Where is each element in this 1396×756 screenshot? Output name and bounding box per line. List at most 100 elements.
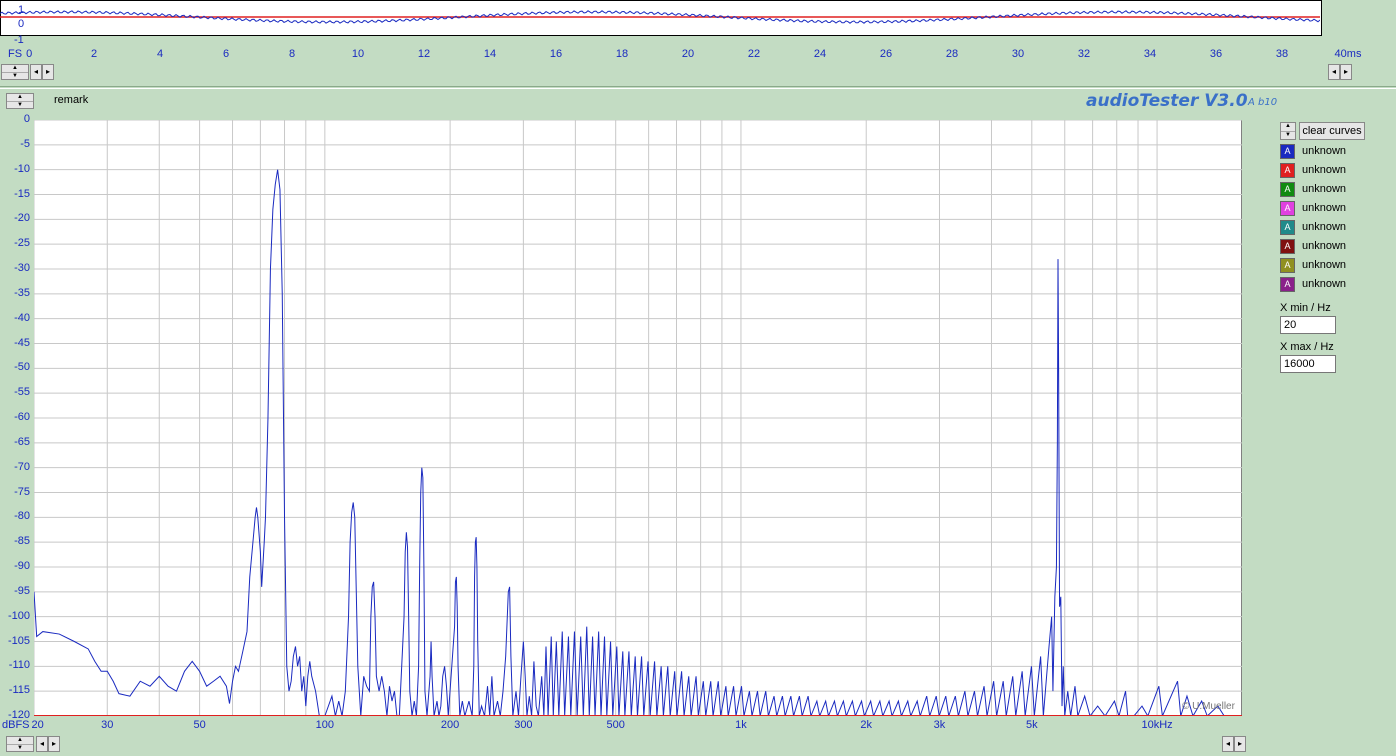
scope-xtick-label: 10 xyxy=(351,48,365,60)
y-tick-label: -65 xyxy=(14,435,30,448)
app-title: audioTester V3.0 xyxy=(1086,91,1248,111)
copyright: © U.Mueller xyxy=(1182,701,1235,712)
xmin-label: X min / Hz xyxy=(1280,302,1331,314)
spinner-down-icon[interactable]: ▼ xyxy=(2,72,28,80)
legend-item-label: unknown xyxy=(1302,164,1347,176)
scope-xtick-label: 14 xyxy=(483,48,497,60)
curve-color-swatch[interactable]: A xyxy=(1280,277,1295,292)
x-tick-label: 10kHz xyxy=(1141,719,1173,731)
clear-curves-button[interactable]: clear curves xyxy=(1299,122,1365,140)
x-tick-label: 50 xyxy=(193,719,206,731)
scope-xtick-label: 18 xyxy=(615,48,629,60)
y-tick-label: -25 xyxy=(14,237,30,250)
plot-scroll-left-right-icon[interactable]: ◂ xyxy=(1222,736,1234,752)
y-tick-label: -55 xyxy=(14,386,30,399)
x-tick-label: 2k xyxy=(860,719,873,731)
scope-xtick-label: 20 xyxy=(681,48,695,60)
legend-item-label: unknown xyxy=(1302,240,1347,252)
scope-scroll-left-icon[interactable]: ◂ xyxy=(30,64,42,80)
spinner-down-icon[interactable]: ▼ xyxy=(7,744,33,752)
legend-item-label: unknown xyxy=(1302,183,1347,195)
x-tick-label: 5k xyxy=(1025,719,1038,731)
scope-xtick-label: 32 xyxy=(1077,48,1091,60)
xmax-label: X max / Hz xyxy=(1280,341,1334,353)
scope-xtick-label: 6 xyxy=(222,48,230,60)
x-tick-label: 20 xyxy=(31,719,44,731)
scope-xtick-label: 30 xyxy=(1011,48,1025,60)
legend-item-label: unknown xyxy=(1302,202,1347,214)
remark-spinner[interactable]: ▲ ▼ xyxy=(6,93,34,109)
curves-spinner[interactable]: ▲ ▼ xyxy=(1280,122,1296,140)
scope-scroll-left-right-icon[interactable]: ◂ xyxy=(1328,64,1340,80)
y-tick-label: -75 xyxy=(14,485,30,498)
plot-scroll-right-icon[interactable]: ▸ xyxy=(48,736,60,752)
legend-item-label: unknown xyxy=(1302,221,1347,233)
y-tick-label: -40 xyxy=(14,311,30,324)
x-tick-label: 500 xyxy=(606,719,625,731)
y-tick-label: -110 xyxy=(8,659,30,672)
separator xyxy=(0,86,1396,87)
xmax-input[interactable]: 16000 xyxy=(1280,355,1336,373)
x-tick-label: 200 xyxy=(440,719,460,731)
y-tick-label: -60 xyxy=(14,411,30,423)
y-tick-label: -80 xyxy=(14,510,30,523)
curve-color-swatch[interactable]: A xyxy=(1280,220,1295,235)
scope-xtick-label: 8 xyxy=(288,48,296,60)
remark-label: remark xyxy=(54,94,89,106)
plot-spinner[interactable]: ▲ ▼ xyxy=(6,736,34,752)
x-tick-label: 300 xyxy=(514,719,533,731)
y-tick-label: -70 xyxy=(14,460,30,473)
plot-scroll-left-icon[interactable]: ◂ xyxy=(36,736,48,752)
curve-color-swatch[interactable]: A xyxy=(1280,144,1295,159)
y-tick-label: -30 xyxy=(14,262,30,274)
scope-ytick-minus1: -1 xyxy=(14,34,24,46)
scope-xtick-label: 38 xyxy=(1275,48,1289,60)
xmin-input[interactable]: 20 xyxy=(1280,316,1336,334)
legend-item-label: unknown xyxy=(1302,259,1347,271)
scope-xtick-label: 16 xyxy=(549,48,563,60)
scope-unit-label: FS xyxy=(8,48,23,60)
curve-color-swatch[interactable]: A xyxy=(1280,182,1295,197)
scope-xtick-label: 0 xyxy=(26,48,33,60)
y-tick-label: -5 xyxy=(20,137,30,150)
spinner-down-icon[interactable]: ▼ xyxy=(7,101,33,109)
spinner-down-icon[interactable]: ▼ xyxy=(1281,131,1295,140)
scope-svg xyxy=(0,10,1320,24)
curve-color-swatch[interactable]: A xyxy=(1280,258,1295,273)
x-tick-label: 3k xyxy=(933,719,946,731)
scope-xtick-label: 22 xyxy=(747,48,761,60)
scope-xtick-label: 2 xyxy=(90,48,98,60)
y-tick-label: -45 xyxy=(14,336,30,349)
curve-color-swatch[interactable]: A xyxy=(1280,239,1295,254)
spectrum-plot xyxy=(34,120,1242,716)
y-tick-label: -50 xyxy=(14,361,30,374)
spinner-up-icon[interactable]: ▲ xyxy=(7,94,33,101)
legend-item-label: unknown xyxy=(1302,278,1347,290)
curve-color-swatch[interactable]: A xyxy=(1280,163,1295,178)
y-tick-label: -85 xyxy=(14,535,30,548)
y-tick-label: -20 xyxy=(14,212,30,225)
y-tick-label: -115 xyxy=(8,684,30,697)
y-tick-label: -10 xyxy=(14,162,30,175)
y-tick-label: -105 xyxy=(7,634,30,647)
x-tick-label: 100 xyxy=(315,719,335,731)
x-tick-label: 30 xyxy=(101,719,114,731)
spinner-up-icon[interactable]: ▲ xyxy=(2,65,28,72)
spinner-up-icon[interactable]: ▲ xyxy=(7,737,33,744)
scope-xtick-label: 26 xyxy=(879,48,893,60)
curve-color-swatch[interactable]: A xyxy=(1280,201,1295,216)
plot-scroll-right-right-icon[interactable]: ▸ xyxy=(1234,736,1246,752)
scope-xtick-label: 40ms xyxy=(1334,48,1362,60)
y-tick-label: -100 xyxy=(7,609,30,622)
scope-spinner[interactable]: ▲ ▼ xyxy=(1,64,29,80)
scope-xtick-label: 34 xyxy=(1143,48,1157,60)
y-unit-label: dBFS xyxy=(2,719,30,731)
y-tick-label: 0 xyxy=(23,113,30,125)
scope-xtick-label: 12 xyxy=(417,48,431,60)
scope-scroll-right-right-icon[interactable]: ▸ xyxy=(1340,64,1352,80)
scope-scroll-right-icon[interactable]: ▸ xyxy=(42,64,54,80)
spinner-up-icon[interactable]: ▲ xyxy=(1281,123,1295,131)
scope-xtick-label: 36 xyxy=(1209,48,1223,60)
legend-item-label: unknown xyxy=(1302,145,1347,157)
x-tick-label: 1k xyxy=(735,719,747,731)
